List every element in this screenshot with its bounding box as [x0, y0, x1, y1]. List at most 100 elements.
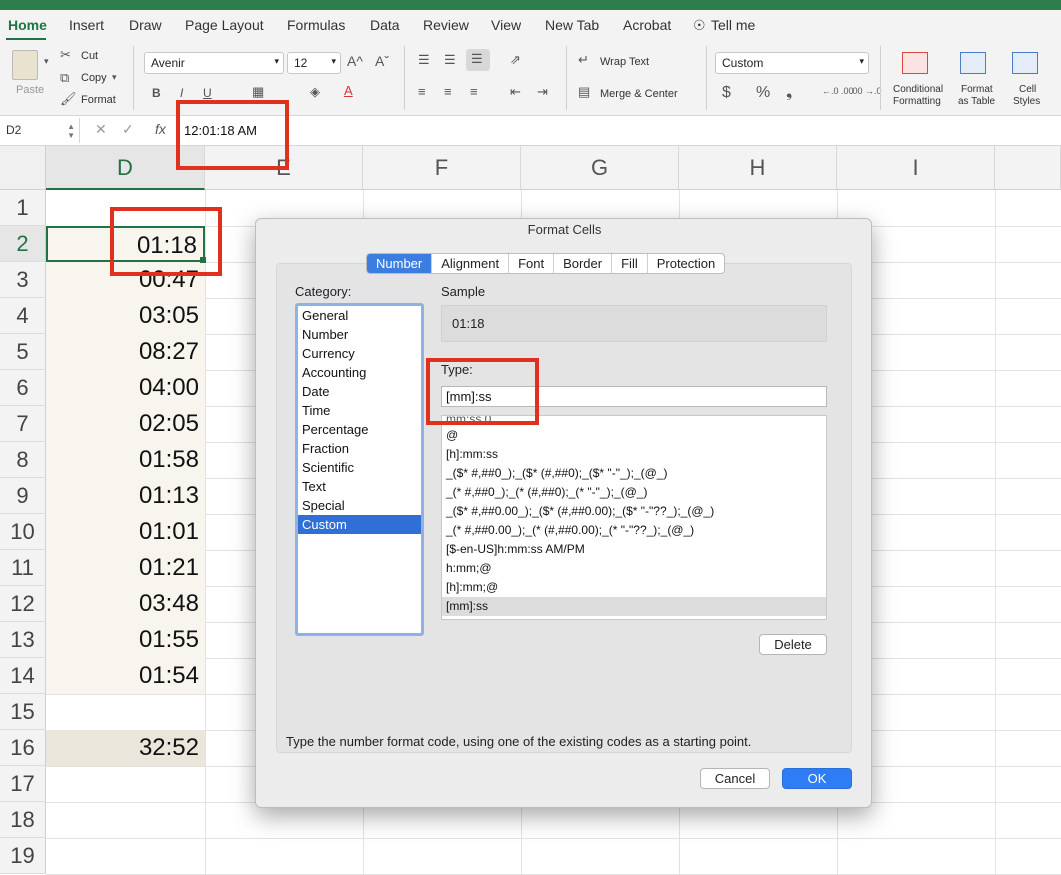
- type-list[interactable]: mm:ss.0 @ [h]:mm:ss _($* #,##0_);_($* (#…: [441, 415, 827, 620]
- tab-insert[interactable]: Insert: [69, 17, 104, 33]
- list-item[interactable]: Time: [298, 401, 421, 420]
- cell-d12[interactable]: 03:48: [46, 586, 205, 622]
- chevron-down-icon[interactable]: ▾: [44, 56, 49, 67]
- ok-button[interactable]: OK: [782, 768, 852, 789]
- tab-acrobat[interactable]: Acrobat: [623, 17, 671, 33]
- cell-d8[interactable]: 01:58: [46, 442, 205, 478]
- format-as-table-line2[interactable]: as Table: [958, 96, 995, 107]
- tab-fill[interactable]: Fill: [612, 254, 648, 273]
- tab-home[interactable]: Home: [8, 17, 47, 33]
- list-item[interactable]: Text: [298, 477, 421, 496]
- tab-page-layout[interactable]: Page Layout: [185, 17, 264, 33]
- format-painter-button[interactable]: Format: [81, 94, 116, 106]
- align-bottom-icon[interactable]: ☰: [466, 49, 490, 71]
- list-item[interactable]: Date: [298, 382, 421, 401]
- conditional-formatting-line1[interactable]: Conditional: [893, 84, 943, 95]
- orientation-icon[interactable]: ⇗: [510, 52, 521, 68]
- row-header[interactable]: 5: [0, 334, 46, 370]
- tab-formulas[interactable]: Formulas: [287, 17, 345, 33]
- list-item[interactable]: Currency: [298, 344, 421, 363]
- currency-button[interactable]: $: [722, 84, 731, 102]
- column-header-j[interactable]: [995, 146, 1061, 190]
- wrap-text-button[interactable]: Wrap Text: [600, 56, 649, 68]
- list-item[interactable]: h:mm;@: [442, 559, 826, 578]
- cancel-icon[interactable]: ✕: [95, 121, 107, 138]
- copy-icon[interactable]: ⧉: [60, 70, 69, 86]
- font-color-icon[interactable]: A: [344, 83, 353, 98]
- tab-view[interactable]: View: [491, 17, 521, 33]
- list-item-selected[interactable]: Custom: [298, 515, 421, 534]
- cell-d13[interactable]: 01:55: [46, 622, 205, 658]
- row-header[interactable]: 14: [0, 658, 46, 694]
- list-item[interactable]: _(* #,##0_);_(* (#,##0);_(* "-"_);_(@_): [442, 483, 826, 502]
- cell-d9[interactable]: 01:13: [46, 478, 205, 514]
- cell-d5[interactable]: 08:27: [46, 334, 205, 370]
- list-item[interactable]: _($* #,##0.00_);_($* (#,##0.00);_($* "-"…: [442, 502, 826, 521]
- row-header[interactable]: 10: [0, 514, 46, 550]
- decrease-decimal-button[interactable]: .00 →.0: [850, 86, 882, 96]
- align-left-icon[interactable]: ≡: [418, 84, 426, 99]
- list-item[interactable]: Number: [298, 325, 421, 344]
- cell-styles-line2[interactable]: Styles: [1013, 96, 1040, 107]
- cell-styles-line1[interactable]: Cell: [1019, 84, 1036, 95]
- format-as-table-line1[interactable]: Format: [961, 84, 993, 95]
- tab-draw[interactable]: Draw: [129, 17, 162, 33]
- row-header[interactable]: 16: [0, 730, 46, 766]
- increase-decimal-button[interactable]: ←.0 .00: [822, 86, 854, 96]
- cell-d4[interactable]: 03:05: [46, 298, 205, 334]
- cell-d7[interactable]: 02:05: [46, 406, 205, 442]
- cell-d10[interactable]: 01:01: [46, 514, 205, 550]
- row-header[interactable]: 8: [0, 442, 46, 478]
- tab-number[interactable]: Number: [367, 254, 433, 273]
- wrap-text-icon[interactable]: ↵: [578, 52, 589, 68]
- row-header[interactable]: 4: [0, 298, 46, 334]
- fx-icon[interactable]: fx: [155, 121, 166, 137]
- align-top-icon[interactable]: ☰: [418, 52, 430, 68]
- increase-indent-icon[interactable]: ⇥: [537, 84, 548, 100]
- merge-icon[interactable]: ▤: [578, 84, 590, 100]
- list-item[interactable]: _($* #,##0_);_($* (#,##0);_($* "-"_);_(@…: [442, 464, 826, 483]
- list-item[interactable]: Special: [298, 496, 421, 515]
- list-item[interactable]: [h]:mm:ss: [442, 445, 826, 464]
- confirm-icon[interactable]: ✓: [122, 121, 134, 138]
- row-header[interactable]: 7: [0, 406, 46, 442]
- name-box[interactable]: D2 ▲ ▼: [0, 118, 80, 143]
- cell-d6[interactable]: 04:00: [46, 370, 205, 406]
- row-header[interactable]: 2: [0, 226, 46, 262]
- grow-font-button[interactable]: A^: [347, 53, 363, 69]
- tab-font[interactable]: Font: [509, 254, 555, 273]
- scissors-icon[interactable]: ✂: [60, 47, 71, 63]
- conditional-formatting-icon[interactable]: [902, 52, 928, 74]
- cell-d16[interactable]: 32:52: [46, 730, 205, 766]
- merge-center-button[interactable]: Merge & Center: [600, 88, 678, 100]
- list-item[interactable]: _(* #,##0.00_);_(* (#,##0.00);_(* "-"??_…: [442, 521, 826, 540]
- list-item[interactable]: @: [442, 426, 826, 445]
- borders-icon[interactable]: ▦: [252, 84, 264, 100]
- tell-me[interactable]: Tell me: [711, 17, 755, 33]
- tab-new-tab[interactable]: New Tab: [545, 17, 599, 33]
- tab-review[interactable]: Review: [423, 17, 469, 33]
- format-as-table-icon[interactable]: [960, 52, 986, 74]
- column-header-h[interactable]: H: [679, 146, 837, 190]
- cell-d11[interactable]: 01:21: [46, 550, 205, 586]
- conditional-formatting-line2[interactable]: Formatting: [893, 96, 941, 107]
- tab-alignment[interactable]: Alignment: [432, 254, 510, 273]
- chevron-down-icon[interactable]: ▾: [112, 72, 117, 83]
- align-right-icon[interactable]: ≡: [470, 84, 478, 99]
- align-center-icon[interactable]: ≡: [444, 84, 452, 99]
- bold-button[interactable]: B: [152, 86, 161, 100]
- list-item[interactable]: [$-en-US]h:mm:ss AM/PM: [442, 540, 826, 559]
- row-header[interactable]: 1: [0, 190, 46, 226]
- font-name-select[interactable]: Avenir ▾: [144, 52, 284, 74]
- cancel-button[interactable]: Cancel: [700, 768, 770, 789]
- row-header[interactable]: 3: [0, 262, 46, 298]
- align-middle-icon[interactable]: ☰: [444, 52, 456, 68]
- select-all-corner[interactable]: [0, 146, 46, 190]
- delete-button[interactable]: Delete: [759, 634, 827, 655]
- list-item[interactable]: [h]:mm;@: [442, 578, 826, 597]
- comma-button[interactable]: ❟: [786, 84, 792, 102]
- underline-button[interactable]: U: [203, 86, 212, 100]
- font-size-select[interactable]: 12 ▾: [287, 52, 341, 74]
- column-header-i[interactable]: I: [837, 146, 995, 190]
- number-format-select[interactable]: Custom ▾: [715, 52, 869, 74]
